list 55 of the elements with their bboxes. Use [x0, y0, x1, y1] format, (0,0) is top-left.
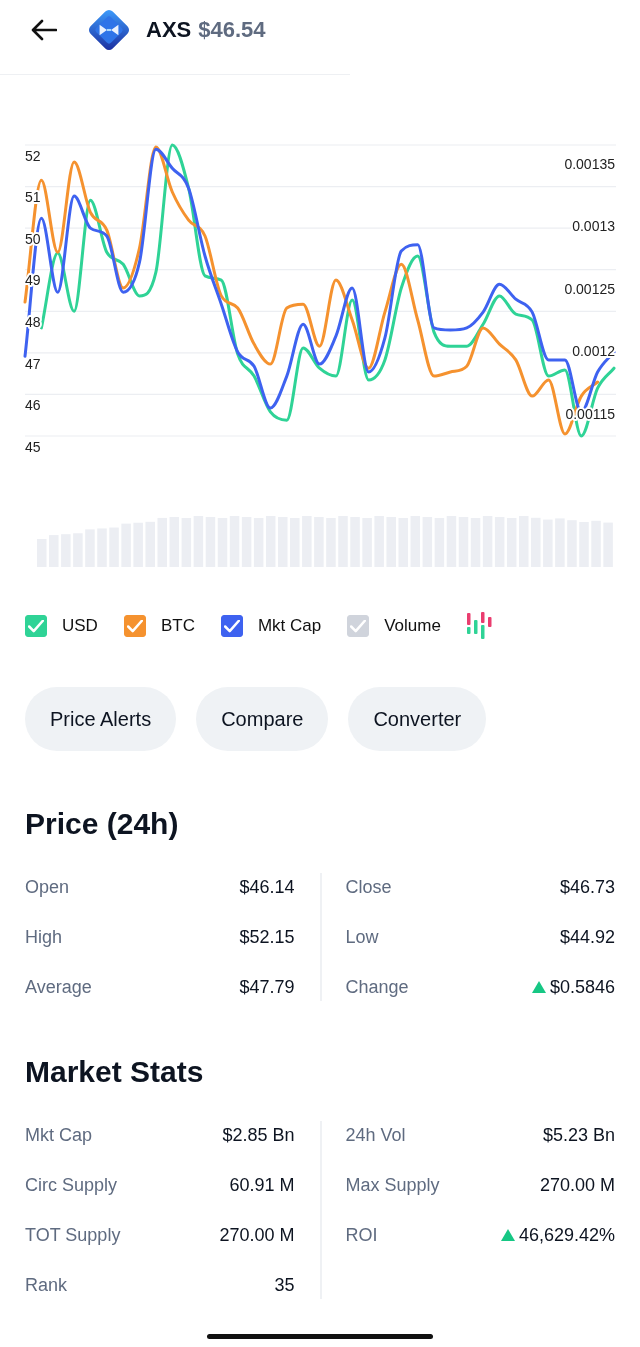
coin-symbol: AXS [146, 17, 192, 43]
checkmark-icon [126, 619, 143, 633]
candlestick-icon[interactable] [465, 612, 492, 640]
checkbox[interactable] [25, 615, 47, 637]
axis-label: 0.0012 [572, 343, 615, 360]
stat-value: 35 [274, 1274, 295, 1296]
axis-label: 0.0013 [572, 218, 615, 235]
arrow-left-icon [31, 19, 57, 41]
stat-value: $47.79 [239, 976, 295, 998]
checkbox[interactable] [220, 615, 243, 637]
axis-label: 52 [25, 147, 41, 164]
back-button[interactable] [30, 17, 58, 43]
axis-label: 45 [25, 438, 41, 455]
stat-value: $5.23 Bn [542, 1124, 615, 1146]
stat-label: 24h Vol [345, 1124, 406, 1146]
stat-value: 270.00 M [219, 1224, 295, 1246]
axis-label: 46 [25, 397, 41, 414]
stat-label: Close [345, 876, 392, 898]
action-button[interactable]: Compare [196, 687, 329, 751]
stat-value: $2.85 Bn [222, 1124, 295, 1146]
action-button[interactable]: Converter [348, 687, 487, 751]
stat-value: 270.00 M [539, 1174, 615, 1196]
stat-label: Circ Supply [25, 1174, 118, 1196]
stat-label: ROI [345, 1224, 378, 1246]
stat-value: $46.73 [559, 876, 615, 898]
legend-label: USD [62, 616, 98, 636]
stat-label: Open [25, 876, 70, 898]
stat-label: Mkt Cap [25, 1124, 93, 1146]
stat-label: Average [25, 976, 92, 998]
legend-label: Volume [384, 616, 441, 636]
stat-label: Low [345, 926, 379, 948]
legend-label: Mkt Cap [257, 616, 322, 636]
stat-label: High [25, 926, 63, 948]
checkmark-icon [28, 619, 44, 633]
axis-label: 0.00125 [564, 280, 615, 297]
section-title: Market Stats [25, 1054, 205, 1090]
stat-value: 60.91 M [229, 1174, 295, 1196]
legend-label: BTC [160, 616, 195, 636]
section-title: Price (24h) [25, 806, 180, 842]
stat-label: TOT Supply [25, 1224, 121, 1246]
axis-label: 0.00135 [564, 155, 615, 172]
stat-value: 46,629.42% [518, 1224, 615, 1246]
stat-label: Rank [25, 1274, 68, 1296]
checkmark-icon [350, 619, 367, 633]
checkbox[interactable] [123, 615, 146, 637]
stat-value: $44.92 [559, 926, 615, 948]
stat-label: Change [345, 976, 409, 998]
coin-price: $46.54 [198, 17, 266, 43]
stat-value: $52.15 [239, 926, 295, 948]
stat-label: Max Supply [345, 1174, 440, 1196]
stat-value: $0.5846 [549, 976, 615, 998]
checkmark-icon [223, 619, 240, 633]
stat-value: $46.14 [239, 876, 295, 898]
action-button[interactable]: Price Alerts [25, 687, 177, 751]
axis-label: 47 [25, 355, 41, 372]
